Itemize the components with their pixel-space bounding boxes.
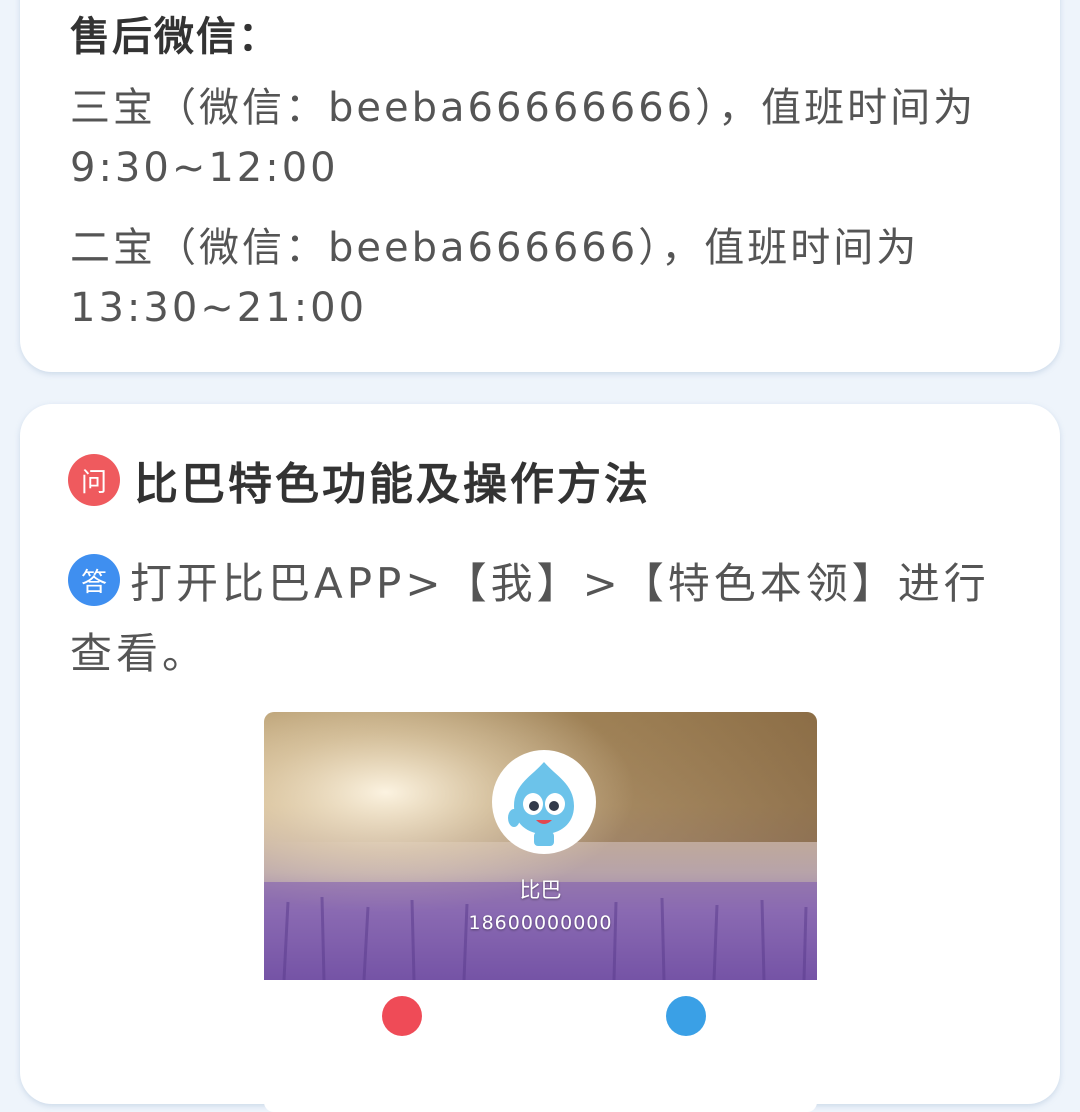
after-sales-wechat-title: 售后微信： <box>70 14 280 60</box>
contact-line-erbao: 二宝（微信：beeba666666），值班时间为 <box>70 225 920 271</box>
faq-question: 比巴特色功能及操作方法 <box>134 459 651 510</box>
faq-card: 问 比巴特色功能及操作方法 答 打开比巴APP>【我】>【特色本领】进行 查看。 <box>20 404 1060 1112</box>
profile-phone: 18600000000 <box>468 912 613 934</box>
after-sales-contact-card: 售后微信： 三宝（微信：beeba66666666），值班时间为 9:30~12… <box>20 0 1060 372</box>
answer-badge-icon: 答 <box>68 554 120 606</box>
contact-line-sanbao: 三宝（微信：beeba66666666），值班时间为 <box>70 85 977 131</box>
menu-red-icon[interactable] <box>382 996 422 1036</box>
faq-answer-line1: 打开比巴APP>【我】>【特色本领】进行 <box>130 559 990 608</box>
app-profile-screenshot: 比巴 18600000000 <box>264 712 817 1112</box>
faq-question-row: 问 比巴特色功能及操作方法 <box>68 452 651 510</box>
contact-hours-erbao: 13:30~21:00 <box>70 285 368 331</box>
faq-answer-line2: 查看。 <box>70 629 209 678</box>
question-badge-icon: 问 <box>68 454 120 506</box>
contact-hours-sanbao: 9:30~12:00 <box>70 145 339 191</box>
beeba-mascot-icon[interactable] <box>492 750 596 854</box>
menu-blue-icon[interactable] <box>666 996 706 1036</box>
profile-username: 比巴 <box>519 878 562 902</box>
